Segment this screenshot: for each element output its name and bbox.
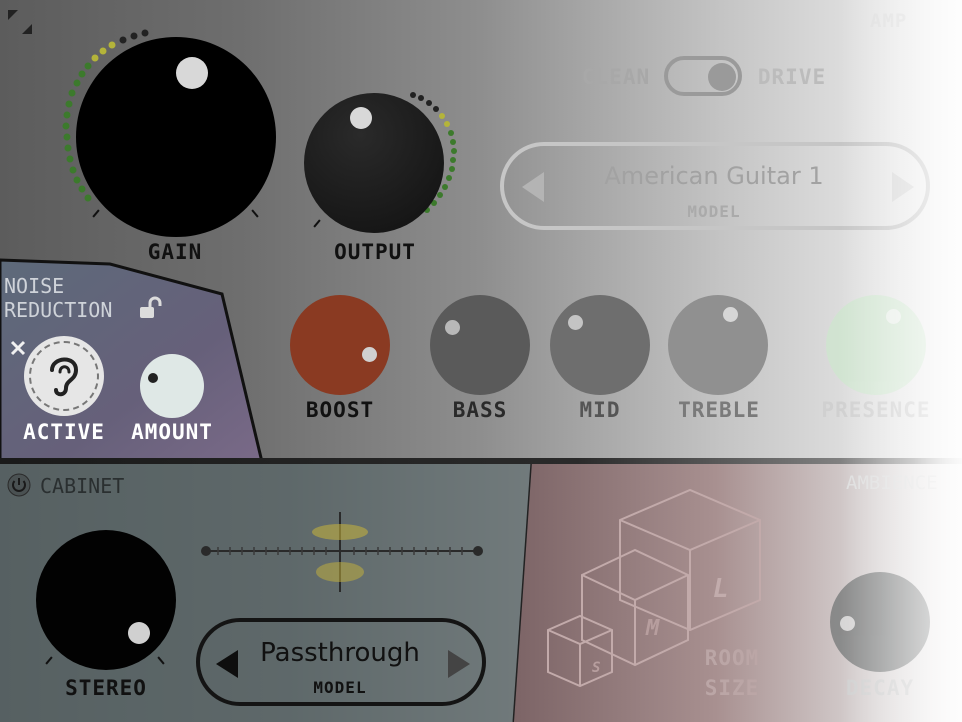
close-icon[interactable]: [10, 340, 26, 356]
section-divider: [0, 458, 962, 464]
cabinet-title: CABINET: [40, 474, 125, 498]
output-knob[interactable]: [304, 93, 444, 233]
amp-model-selector[interactable]: American Guitar 1 MODEL: [500, 142, 930, 230]
mid-knob-indicator: [568, 315, 583, 330]
noise-reduction-title-2: REDUCTION: [4, 298, 113, 322]
amount-knob[interactable]: [140, 354, 204, 418]
cube-small-label: S: [592, 660, 601, 676]
ambience-title: AMBIENCE: [846, 472, 938, 494]
left-arrow-icon[interactable]: [214, 648, 242, 680]
cabinet-model-caption: MODEL: [313, 678, 367, 697]
cabinet-model-name: Passthrough: [260, 638, 420, 668]
clean-drive-toggle[interactable]: [664, 56, 742, 96]
unlock-icon[interactable]: [138, 296, 166, 322]
treble-label: TREBLE: [678, 398, 760, 422]
boost-label: BOOST: [305, 398, 375, 422]
cabinet-model-selector[interactable]: Passthrough MODEL: [196, 618, 486, 706]
gain-knob-indicator: [176, 57, 208, 89]
gain-label: GAIN: [147, 240, 203, 264]
room-size-label-1: ROOM: [704, 646, 760, 670]
cube-large-label: L: [713, 574, 729, 604]
right-arrow-icon[interactable]: [444, 648, 472, 680]
resize-icon[interactable]: [6, 8, 34, 36]
stereo-label: STEREO: [65, 676, 147, 700]
left-arrow-icon[interactable]: [520, 170, 548, 204]
gain-knob[interactable]: [76, 37, 276, 237]
output-knob-indicator: [350, 107, 372, 129]
right-arrow-icon[interactable]: [888, 170, 916, 204]
toggle-thumb: [708, 63, 736, 91]
presence-knob[interactable]: [826, 295, 926, 395]
amp-model-caption: MODEL: [687, 202, 741, 221]
boost-knob[interactable]: [290, 295, 390, 395]
bass-knob[interactable]: [430, 295, 530, 395]
ear-icon: [50, 357, 79, 397]
stereo-knob[interactable]: [36, 530, 176, 670]
noise-reduction-title-1: NOISE: [4, 274, 65, 298]
decay-knob[interactable]: [830, 572, 930, 672]
presence-label: PRESENCE: [821, 398, 931, 422]
presence-knob-indicator: [886, 309, 901, 324]
bass-knob-indicator: [445, 320, 460, 335]
mid-knob[interactable]: [550, 295, 650, 395]
treble-knob-indicator: [723, 307, 738, 322]
amp-model-name: American Guitar 1: [604, 162, 824, 190]
cube-medium-label: M: [646, 616, 660, 641]
treble-knob[interactable]: [668, 295, 768, 395]
bass-label: BASS: [452, 398, 508, 422]
stereo-width-meter: [201, 512, 483, 592]
drive-label: DRIVE: [757, 65, 827, 89]
mid-label: MID: [579, 398, 621, 422]
decay-label: DECAY: [845, 676, 915, 700]
active-button[interactable]: [24, 336, 104, 416]
amount-label: AMOUNT: [131, 420, 213, 444]
boost-knob-indicator: [362, 347, 377, 362]
amount-knob-indicator: [148, 373, 158, 383]
room-size-label-2: SIZE: [704, 676, 760, 700]
power-icon[interactable]: [6, 472, 32, 498]
output-label: OUTPUT: [334, 240, 416, 264]
decay-knob-indicator: [840, 616, 855, 631]
amp-section-title: AMP: [870, 10, 908, 32]
stereo-knob-indicator: [128, 622, 150, 644]
active-label: ACTIVE: [23, 420, 105, 444]
clean-label: CLEAN: [581, 65, 651, 89]
